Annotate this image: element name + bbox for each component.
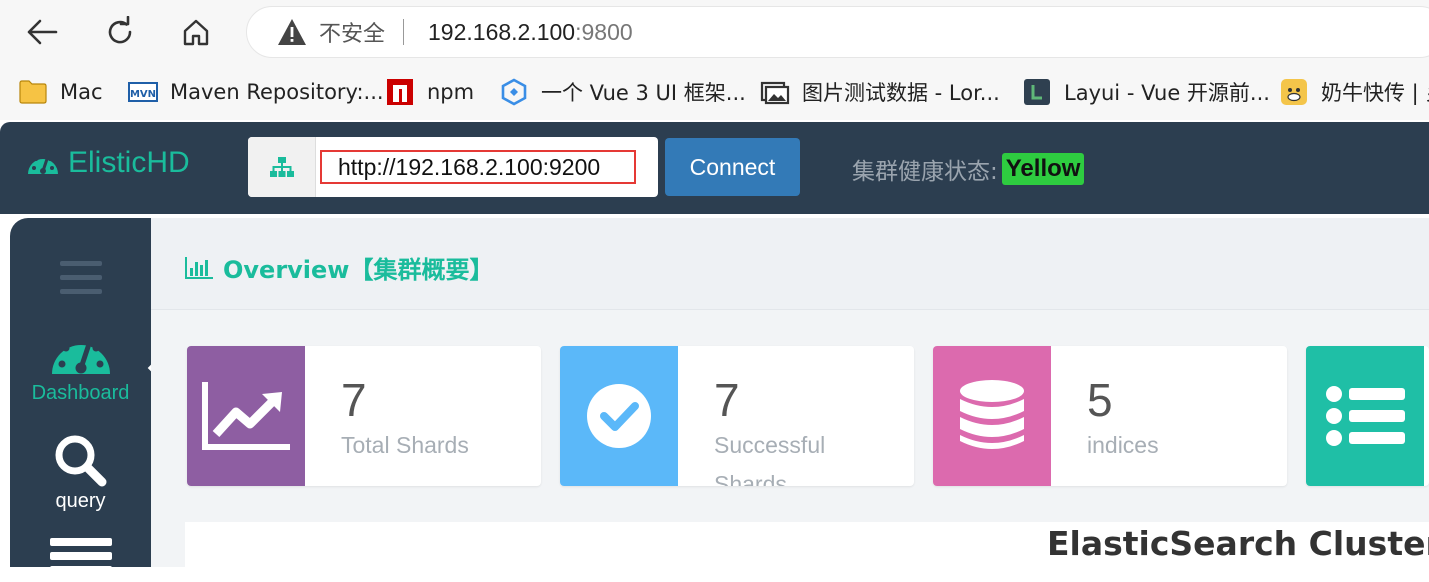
check-circle-icon (587, 384, 651, 448)
stat-icon-box (560, 346, 678, 486)
database-icon (960, 380, 1024, 449)
bar-chart-icon (185, 256, 213, 279)
sidebar: Dashboard query (10, 218, 171, 574)
stat-card-4[interactable] (1306, 346, 1429, 486)
stat-value: 7 (714, 374, 740, 426)
image-icon (760, 77, 790, 107)
page-title: Overview【集群概要】 (185, 250, 493, 285)
address-separator (403, 19, 405, 45)
stat-icon-box (187, 346, 305, 486)
dashboard-icon (51, 337, 110, 374)
address-bar[interactable]: 不安全 192.168.2.100:9800 (246, 6, 1429, 58)
bookmark-cow[interactable]: 奶牛快传 | 乡 (1279, 76, 1429, 108)
stat-icon-box (1306, 346, 1424, 486)
main-content: Overview【集群概要】 7 Total Shards 7 Successf… (151, 218, 1429, 582)
maven-icon: MVN (128, 77, 158, 107)
cluster-health: 集群健康状态: Yellow (852, 152, 1085, 186)
stat-value: 7 (341, 374, 367, 426)
sidebar-item-dashboard[interactable]: Dashboard (10, 330, 151, 405)
cluster-panel-title: ElasticSearch Cluster S (1047, 524, 1429, 563)
bookmark-vue-ui[interactable]: 一个 Vue 3 UI 框架... (499, 76, 746, 108)
bookmark-label: Mac (60, 80, 103, 104)
url-port: :9800 (575, 18, 633, 45)
stat-card-indices[interactable]: 5 indices (933, 346, 1287, 486)
sidebar-item-label: Dashboard (31, 382, 130, 404)
layui-icon (1022, 77, 1052, 107)
brand-name: ElisticHD (68, 146, 190, 179)
cow-icon (1279, 77, 1309, 107)
vue-ui-icon (499, 77, 529, 107)
stat-icon-box (933, 346, 1051, 486)
cluster-health-badge: Yellow (1001, 153, 1085, 185)
bookmark-label: npm (427, 80, 475, 104)
stat-card-successful-shards[interactable]: 7 Successful Shards (560, 346, 914, 486)
sidebar-item-query[interactable]: query (10, 432, 151, 513)
connection-group (248, 137, 658, 197)
page-header: Overview【集群概要】 (151, 218, 1429, 310)
bookmarks-bar: Mac MVN Maven Repository:... npm 一个 Vue … (0, 64, 1429, 120)
trend-chart-icon (202, 382, 290, 450)
reload-icon[interactable] (98, 10, 142, 54)
svg-text:MVN: MVN (130, 89, 156, 100)
security-status[interactable]: 不安全 (319, 16, 385, 48)
elasticsearch-url-input[interactable] (320, 150, 636, 184)
stat-label: indices (1087, 432, 1159, 458)
stat-label: Successful Shards (714, 432, 826, 486)
bookmark-label: Maven Repository:... (170, 80, 384, 104)
bookmark-mac[interactable]: Mac (18, 76, 103, 108)
list-icon (1326, 386, 1405, 446)
search-icon (55, 435, 106, 487)
browser-toolbar: 不安全 192.168.2.100:9800 (0, 0, 1429, 64)
list-icon[interactable] (50, 538, 112, 574)
cluster-health-label: 集群健康状态: (852, 159, 998, 185)
page-title-text: Overview【集群概要】 (223, 256, 494, 284)
bookmark-label: 一个 Vue 3 UI 框架... (541, 81, 746, 105)
bookmark-maven[interactable]: MVN Maven Repository:... (128, 76, 384, 108)
url-host: 192.168.2.100 (428, 18, 576, 45)
npm-icon (385, 77, 415, 107)
brand-logo[interactable]: ElisticHD (26, 146, 190, 180)
bookmark-label: Layui - Vue 开源前... (1064, 81, 1270, 105)
sidebar-item-label: query (55, 490, 106, 512)
sitemap-icon (248, 137, 316, 197)
bookmark-layui[interactable]: Layui - Vue 开源前... (1022, 76, 1270, 108)
stat-card-total-shards[interactable]: 7 Total Shards (187, 346, 541, 486)
bookmark-npm[interactable]: npm (385, 76, 474, 108)
stat-label: Total Shards (341, 432, 469, 458)
stat-value: 5 (1087, 374, 1113, 426)
menu-toggle-icon[interactable] (60, 260, 102, 301)
bookmark-label: 奶牛快传 | 乡 (1321, 81, 1429, 105)
bookmark-label: 图片测试数据 - Lor... (802, 81, 1000, 105)
app-header: ElisticHD Connect 集群健康状态: Yellow (0, 122, 1429, 214)
home-icon[interactable] (174, 10, 218, 54)
back-arrow-icon[interactable] (20, 10, 64, 54)
bookmark-image-data[interactable]: 图片测试数据 - Lor... (760, 76, 1000, 108)
dashboard-icon (28, 153, 58, 174)
folder-icon (18, 77, 48, 107)
connect-button[interactable]: Connect (665, 138, 800, 196)
warning-icon[interactable] (277, 18, 307, 46)
